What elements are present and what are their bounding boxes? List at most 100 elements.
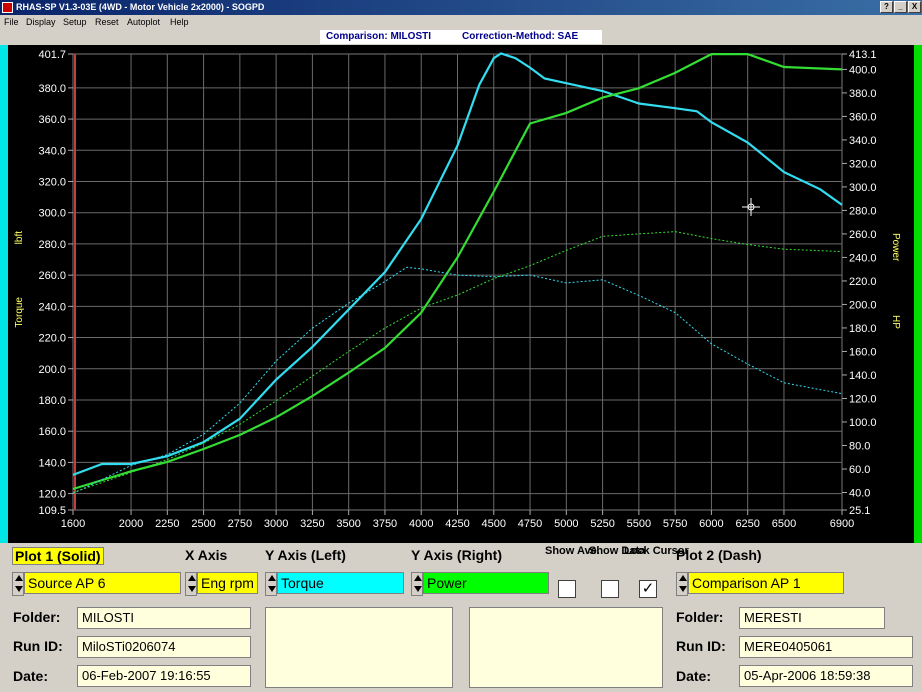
x-tick-label: 3750 — [373, 518, 397, 530]
x-tick-label: 5500 — [627, 518, 651, 530]
down-arrow-icon — [268, 586, 276, 592]
menu-file[interactable]: File — [4, 17, 19, 27]
lock-cursor-checkbox[interactable]: ✓ — [639, 580, 657, 598]
yright-title: Y Axis (Right) — [411, 547, 503, 563]
right-tick-label: 200.0 — [849, 299, 877, 311]
plot2-folder-label: Folder: — [676, 609, 724, 625]
correction-method-label: Correction-Method: SAE — [462, 31, 579, 42]
menu-setup[interactable]: Setup — [63, 17, 87, 27]
plot1-source-spinner[interactable] — [12, 572, 24, 596]
left-tick-label: 320.0 — [38, 176, 66, 188]
left-tick-label: 200.0 — [38, 364, 66, 376]
plot1-folder-label: Folder: — [13, 609, 61, 625]
app-icon — [2, 2, 13, 13]
menu-display[interactable]: Display — [26, 17, 56, 27]
close-button[interactable]: X — [908, 1, 921, 13]
window-title: RHAS-SP V1.3-03E (4WD - Motor Vehicle 2x… — [16, 2, 265, 12]
x-tick-label: 5000 — [554, 518, 578, 530]
left-tick-label: 180.0 — [38, 395, 66, 407]
plot1-source-field[interactable]: Source AP 6 — [24, 572, 181, 594]
show-ave-checkbox[interactable] — [558, 580, 576, 598]
right-tick-label: 160.0 — [849, 346, 877, 358]
plot2-runid-label: Run ID: — [676, 638, 726, 654]
show-ave-label: Show Ave. — [545, 545, 600, 557]
right-tick-label: 320.0 — [849, 158, 877, 170]
menu-help[interactable]: Help — [170, 17, 189, 27]
plot2-source-spinner[interactable] — [676, 572, 688, 596]
x-tick-label: 5250 — [590, 518, 614, 530]
left-tick-label: 109.5 — [38, 505, 66, 517]
yright-spinner[interactable] — [411, 572, 423, 596]
x-tick-label: 1600 — [61, 518, 85, 530]
yleft-title: Y Axis (Left) — [265, 547, 346, 563]
plot2-source-field[interactable]: Comparison AP 1 — [688, 572, 844, 594]
left-tick-label: 220.0 — [38, 333, 66, 345]
x-tick-label: 4250 — [445, 518, 469, 530]
right-tick-label: 40.0 — [849, 487, 870, 499]
right-tick-label: 413.1 — [849, 49, 877, 61]
left-tick-label: 360.0 — [38, 114, 66, 126]
x-tick-label: 6500 — [772, 518, 796, 530]
right-axis-bar — [914, 45, 922, 543]
x-tick-label: 2000 — [119, 518, 143, 530]
left-axis-unit: lbft — [14, 231, 25, 245]
left-tick-label: 300.0 — [38, 208, 66, 220]
menu-autoplot[interactable]: Autoplot — [127, 17, 160, 27]
plot1-date-label: Date: — [13, 668, 49, 684]
comparison-label: Comparison: MILOSTI — [326, 31, 431, 42]
right-axis-unit: HP — [890, 315, 901, 329]
left-tick-label: 140.0 — [38, 457, 66, 469]
right-tick-label: 25.1 — [849, 505, 870, 517]
comparison-row: Comparison: MILOSTI Correction-Method: S… — [0, 29, 922, 45]
menu-bar: File Display Setup Reset Autoplot Help — [0, 15, 922, 29]
down-arrow-icon — [679, 586, 687, 592]
lock-cursor-label: Lock Cursor — [624, 545, 689, 557]
yright-field[interactable]: Power — [423, 572, 549, 594]
plot1-title: Plot 1 (Solid) — [12, 547, 104, 565]
left-tick-label: 401.7 — [38, 49, 66, 61]
right-tick-label: 60.0 — [849, 464, 870, 476]
help-window-button[interactable]: ? — [880, 1, 893, 13]
xaxis-field[interactable]: Eng rpm — [197, 572, 258, 594]
down-arrow-icon — [15, 586, 23, 592]
plot1-runid-value: MiloSTi0206074 — [77, 636, 251, 658]
right-tick-label: 100.0 — [849, 417, 877, 429]
xaxis-title: X Axis — [185, 547, 228, 563]
left-tick-label: 160.0 — [38, 426, 66, 438]
x-tick-label: 2500 — [191, 518, 215, 530]
right-tick-label: 240.0 — [849, 252, 877, 264]
right-tick-label: 400.0 — [849, 64, 877, 76]
right-tick-label: 80.0 — [849, 440, 870, 452]
left-tick-label: 240.0 — [38, 301, 66, 313]
plot2-date-label: Date: — [676, 668, 712, 684]
right-tick-label: 380.0 — [849, 88, 877, 100]
x-tick-label: 6250 — [735, 518, 759, 530]
menu-reset[interactable]: Reset — [95, 17, 119, 27]
right-tick-label: 280.0 — [849, 205, 877, 217]
yleft-spinner[interactable] — [265, 572, 277, 596]
x-tick-label: 6900 — [830, 518, 854, 530]
plot2-runid-value: MERE0405061 — [739, 636, 913, 658]
yleft-field[interactable]: Torque — [277, 572, 404, 594]
plot2-folder-value: MERESTI — [739, 607, 885, 629]
plot1-runid-label: Run ID: — [13, 638, 63, 654]
minimize-button[interactable]: _ — [894, 1, 907, 13]
x-tick-label: 4750 — [518, 518, 542, 530]
show-data-label: Show Data — [589, 545, 646, 557]
dyno-plot[interactable]: 1600 2000 2250 2500 2750 3000 3250 3500 3750 4000… — [8, 45, 914, 543]
dyno-chart[interactable]: 1600 2000 2250 2500 2750 3000 3250 3500 3750 4000… — [8, 45, 914, 543]
right-tick-label: 360.0 — [849, 111, 877, 123]
notes-panel-left — [265, 607, 453, 688]
show-data-checkbox[interactable] — [601, 580, 619, 598]
right-tick-label: 180.0 — [849, 323, 877, 335]
left-tick-label: 340.0 — [38, 145, 66, 157]
xaxis-spinner[interactable] — [185, 572, 197, 596]
up-arrow-icon — [679, 575, 687, 581]
plot1-date-value: 06-Feb-2007 19:16:55 — [77, 665, 251, 687]
x-tick-label: 3000 — [264, 518, 288, 530]
down-arrow-icon — [414, 586, 422, 592]
right-axis-name: Power — [890, 233, 901, 262]
right-tick-label: 120.0 — [849, 393, 877, 405]
left-axis-name: Torque — [14, 297, 25, 328]
plot1-folder-value: MILOSTI — [77, 607, 251, 629]
